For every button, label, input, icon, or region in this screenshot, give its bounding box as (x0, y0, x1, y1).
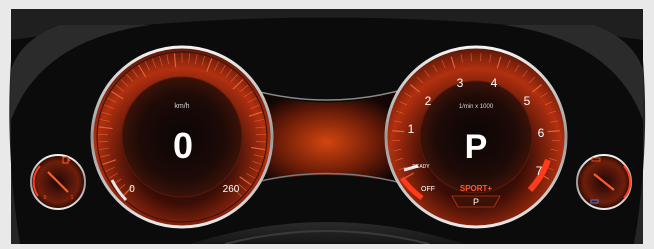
engine-off-label: OFF (421, 186, 435, 193)
tach-number-4: 4 (491, 76, 498, 90)
tach-unit-label: 1/min x 1000 (459, 104, 494, 110)
tach-number-1: 1 (408, 122, 415, 136)
gear-indicator: P (465, 128, 488, 166)
tach-number-2: 2 (425, 94, 432, 108)
tach-number-7: 7 (536, 164, 543, 178)
speed-readout: 0 (173, 125, 193, 166)
speed-unit-label: km/h (174, 103, 189, 110)
tach-number-5: 5 (524, 94, 531, 108)
speedometer: km/h 0 0 260 (92, 47, 272, 227)
tach-number-3: 3 (457, 76, 464, 90)
fuel-full-mark: 1 (71, 195, 74, 201)
temperature-gauge (577, 155, 631, 209)
tachometer: 1/min x 1000 1 2 3 4 5 6 7 P READY OFF S… (386, 47, 566, 227)
tach-number-6: 6 (538, 126, 545, 140)
gear-selector-letter: P (473, 197, 479, 207)
ready-label: READY (412, 164, 430, 170)
instrument-cluster: km/h 0 0 260 1/min x 1000 1 2 3 4 5 6 7 … (0, 0, 654, 244)
speed-scale-min: 0 (129, 184, 135, 195)
fuel-empty-mark: 0 (44, 195, 47, 201)
drive-mode-label: SPORT+ (460, 184, 493, 193)
speed-scale-max: 260 (223, 184, 240, 195)
fuel-gauge: 0 1 (31, 155, 85, 209)
